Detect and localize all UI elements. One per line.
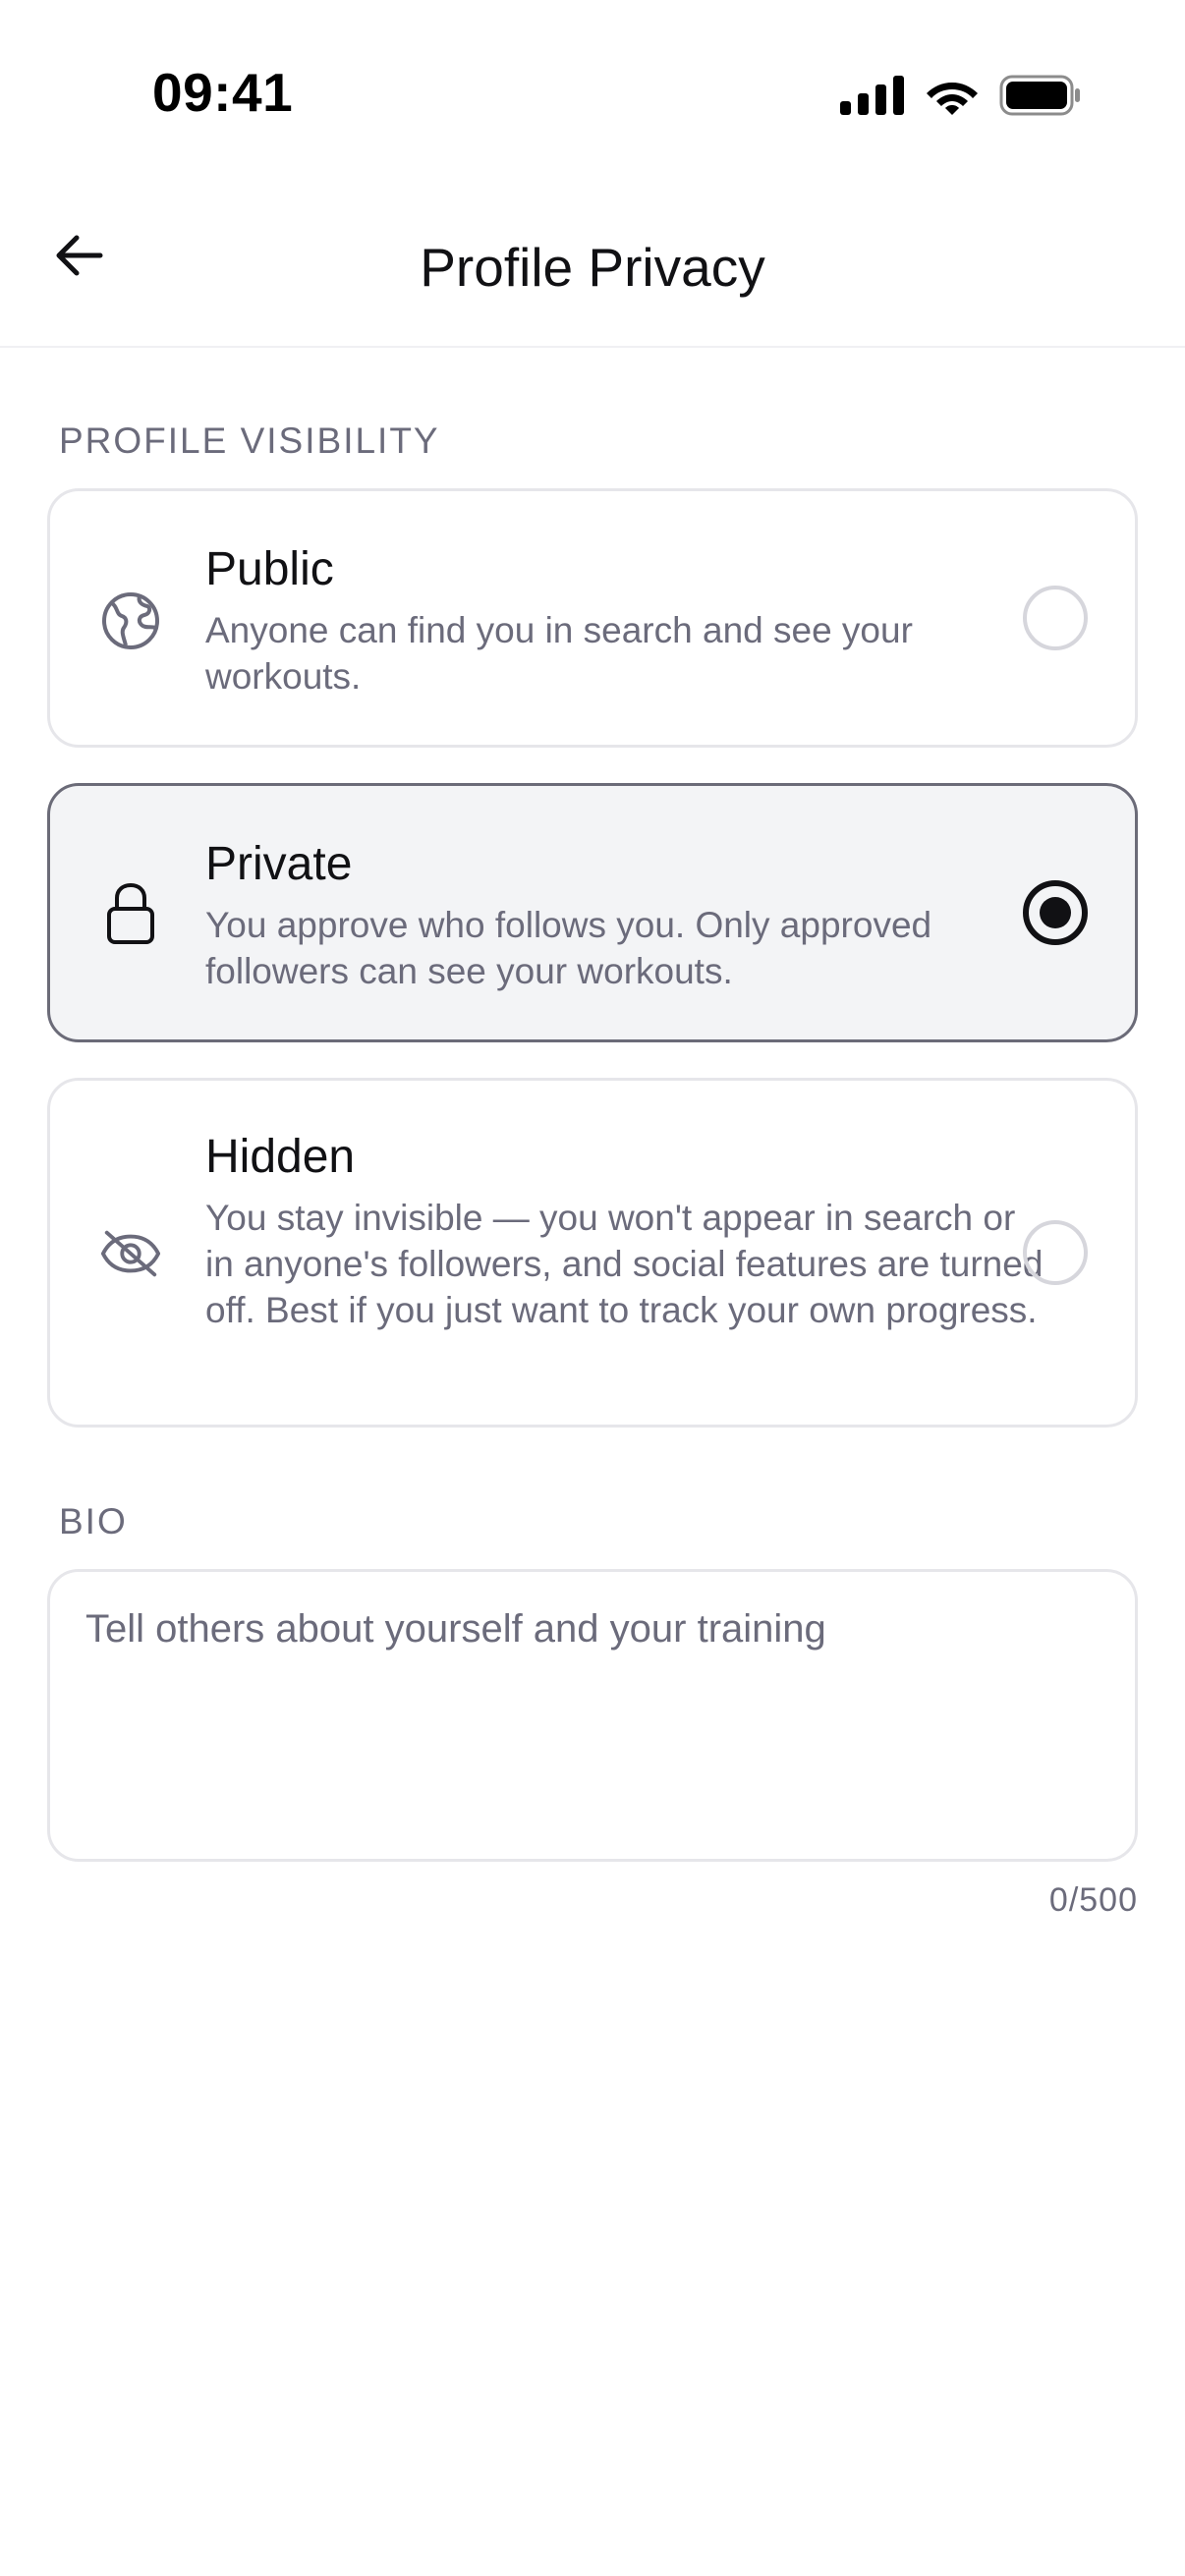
radio-hidden[interactable] <box>1023 1220 1088 1285</box>
bio-label: BIO <box>59 1501 128 1541</box>
option-title: Private <box>205 838 353 890</box>
status-icons <box>840 75 1082 121</box>
status-time: 09:41 <box>152 62 294 123</box>
bio-field[interactable] <box>47 1569 1138 1862</box>
radio-dot <box>1040 897 1071 928</box>
bio-character-count: 0/500 <box>1048 1881 1138 1919</box>
battery-icon <box>999 75 1082 121</box>
bio-input[interactable] <box>85 1607 1098 1833</box>
visibility-option-private[interactable]: Private You approve who follows you. Onl… <box>47 783 1138 1042</box>
nav-header: Profile Privacy <box>0 187 1185 348</box>
visibility-option-hidden[interactable]: Hidden You stay invisible — you won't ap… <box>47 1078 1138 1428</box>
radio-private[interactable] <box>1023 880 1088 945</box>
visibility-option-public[interactable]: Public Anyone can find you in search and… <box>47 488 1138 748</box>
page-title: Profile Privacy <box>420 237 765 298</box>
profile-visibility-label: PROFILE VISIBILITY <box>59 420 440 461</box>
radio-public[interactable] <box>1023 586 1088 650</box>
option-title: Hidden <box>205 1131 356 1183</box>
lock-icon <box>99 882 162 945</box>
option-description: Anyone can find you in search and see yo… <box>205 610 913 697</box>
wifi-icon <box>925 75 980 121</box>
eye-off-icon <box>99 1222 162 1285</box>
status-bar: 09:41 <box>0 0 1185 147</box>
cellular-signal-icon <box>840 76 905 120</box>
option-title: Public <box>205 543 334 595</box>
option-description: You stay invisible — you won't appear in… <box>205 1198 1044 1330</box>
option-description: You approve who follows you. Only approv… <box>205 905 932 991</box>
globe-icon <box>99 589 162 652</box>
